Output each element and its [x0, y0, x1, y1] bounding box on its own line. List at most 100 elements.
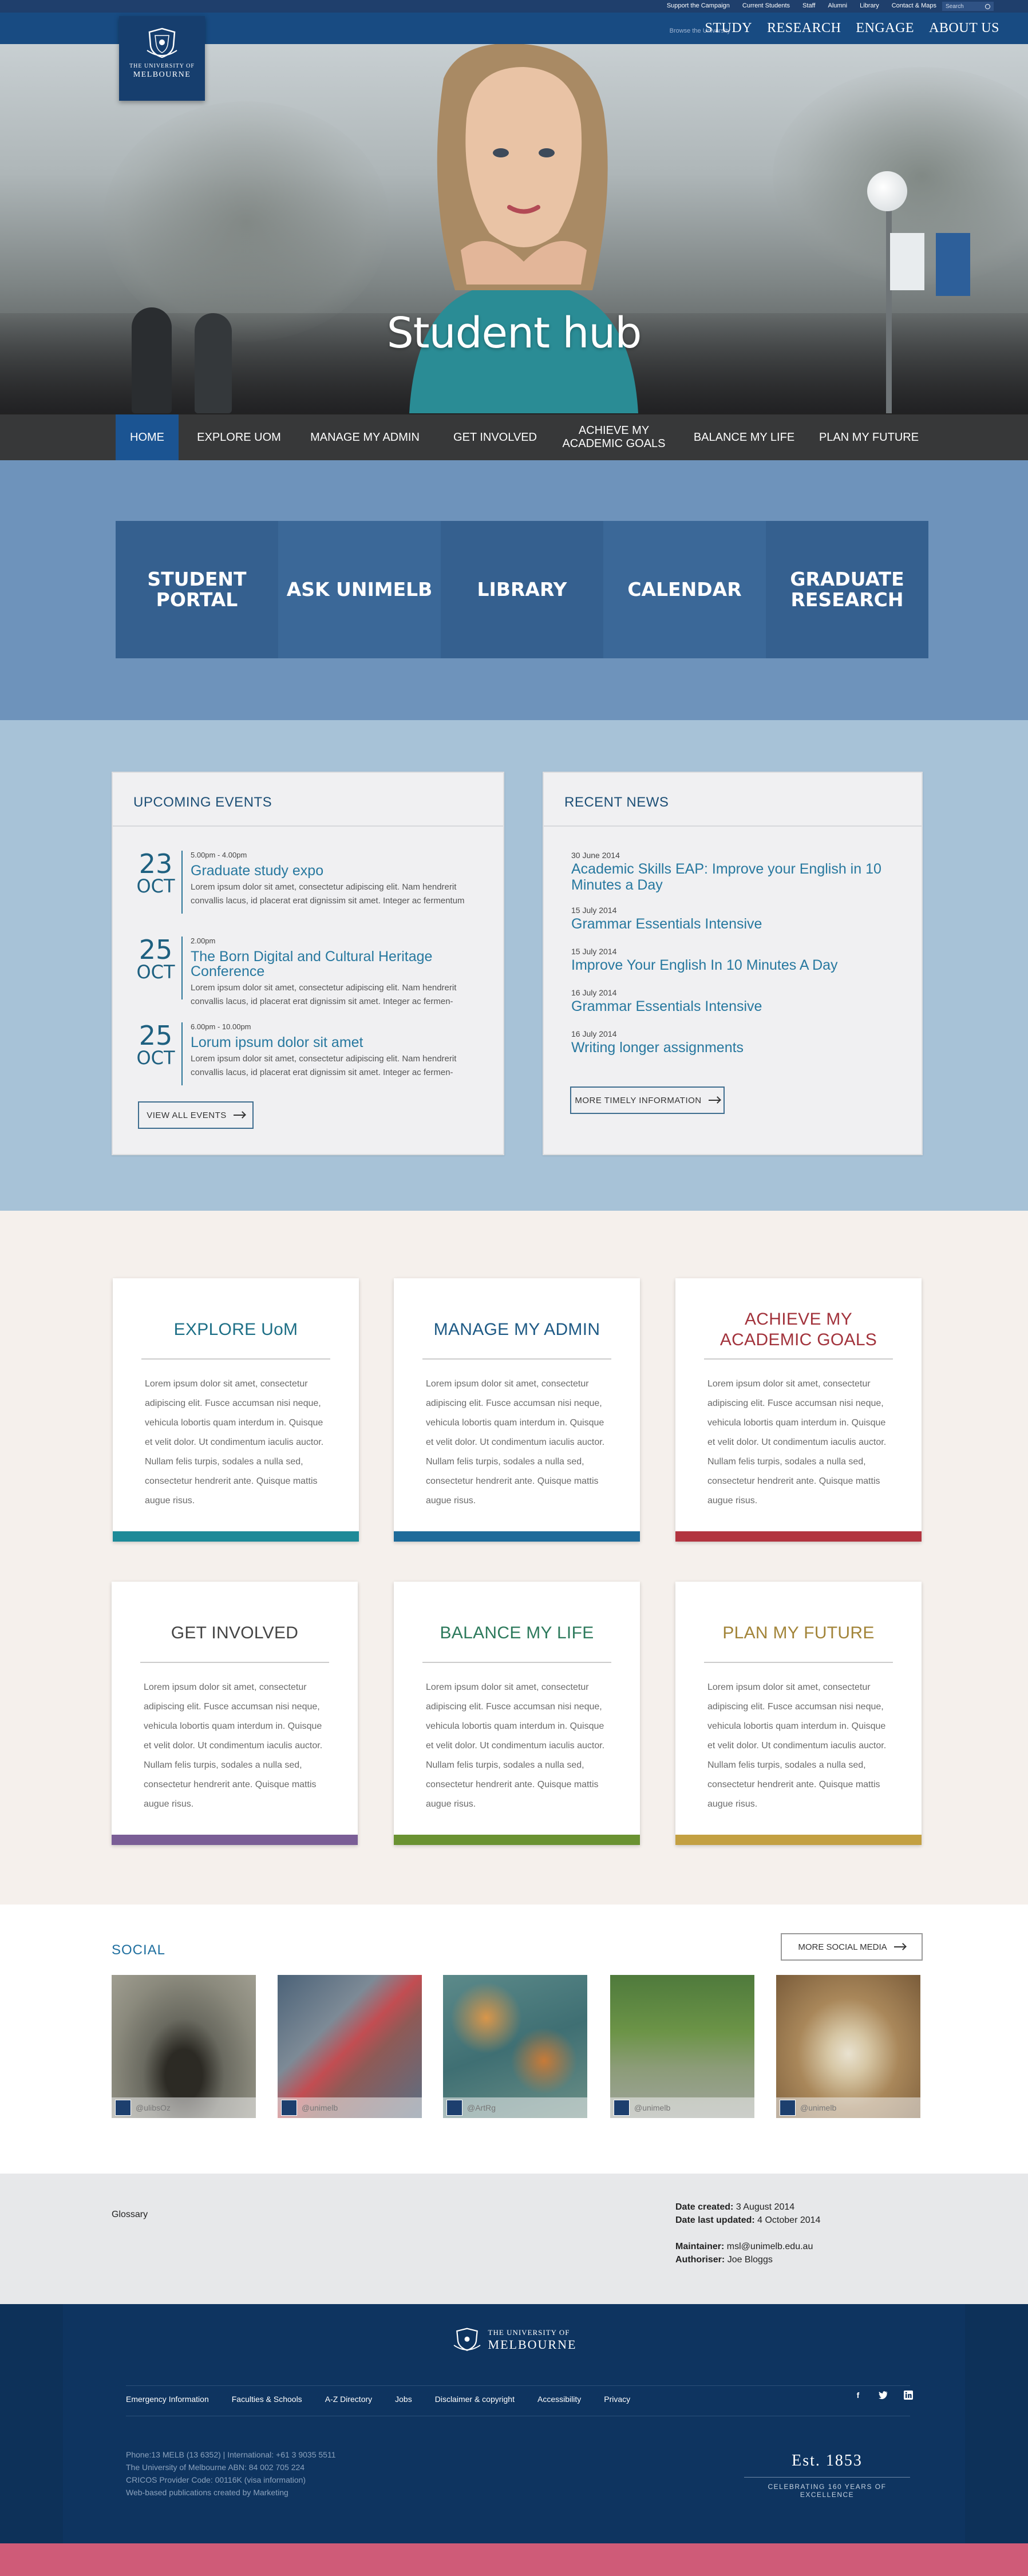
avatar [281, 2100, 297, 2116]
footer-divider [126, 2385, 910, 2386]
news-title[interactable]: Grammar Essentials Intensive [571, 998, 915, 1014]
main-nav: STUDY RESEARCH ENGAGE ABOUT US [705, 21, 999, 36]
university-logo[interactable]: THE UNIVERSITY OF MELBOURNE [119, 16, 205, 101]
footer-link-az-directory[interactable]: A-Z Directory [325, 2395, 372, 2404]
social-post[interactable]: @unimelb [610, 1975, 754, 2118]
footer-cricos[interactable]: CRICOS Provider Code: 00116K (visa infor… [126, 2474, 335, 2486]
tile-calendar[interactable]: CALENDAR [603, 521, 766, 658]
social-post[interactable]: @unimelb [776, 1975, 920, 2118]
bottom-accent-strip [0, 2543, 1028, 2576]
tile-ask-unimelb[interactable]: ASK UNIMELB [278, 521, 441, 658]
nav-engage[interactable]: ENGAGE [856, 21, 914, 36]
search-icon[interactable] [985, 3, 990, 9]
card-body: Lorem ipsum dolor sit amet, consectetur … [144, 1682, 323, 1809]
more-news-button[interactable]: MORE TIMELY INFORMATION [570, 1086, 725, 1114]
news-title[interactable]: Academic Skills EAP: Improve your Englis… [571, 861, 915, 893]
social-caption: @ulibsOz [112, 2097, 256, 2118]
social-post[interactable]: @ArtRg [443, 1975, 587, 2118]
social-caption: @ArtRg [443, 2097, 587, 2118]
crest-icon [453, 2328, 481, 2351]
hero-title: Student hub [386, 309, 642, 358]
section-nav-explore[interactable]: EXPLORE UOM [183, 414, 295, 460]
footer-link-jobs[interactable]: Jobs [395, 2395, 412, 2404]
footer-link-emergency[interactable]: Emergency Information [126, 2395, 209, 2404]
section-nav-balance-life[interactable]: BALANCE MY LIFE [684, 414, 804, 460]
card-explore[interactable]: EXPLORE UoM Lorem ipsum dolor sit amet, … [113, 1278, 359, 1542]
news-title[interactable]: Writing longer assignments [571, 1040, 915, 1056]
news-title[interactable]: Improve Your English In 10 Minutes A Day [571, 957, 915, 973]
card-balance-life[interactable]: BALANCE MY LIFE Lorem ipsum dolor sit am… [394, 1582, 640, 1845]
footer-link-accessibility[interactable]: Accessibility [537, 2395, 581, 2404]
card-get-involved[interactable]: GET INVOLVED Lorem ipsum dolor sit amet,… [112, 1582, 358, 1845]
utility-link-staff[interactable]: Staff [802, 2, 815, 9]
tile-student-portal[interactable]: STUDENT PORTAL [116, 521, 278, 658]
section-nav-plan-future[interactable]: PLAN MY FUTURE [812, 414, 926, 460]
card-body: Lorem ipsum dolor sit amet, consectetur … [707, 1379, 887, 1506]
card-plan-future[interactable]: PLAN MY FUTURE Lorem ipsum dolor sit ame… [675, 1582, 922, 1845]
footer-phone: Phone:13 MELB (13 6352) | International:… [126, 2450, 336, 2459]
event-title[interactable]: The Born Digital and Cultural Heritage C… [191, 949, 488, 979]
card-manage-admin[interactable]: MANAGE MY ADMIN Lorem ipsum dolor sit am… [394, 1278, 640, 1542]
card-academic-goals[interactable]: ACHIEVE MY ACADEMIC GOALS Lorem ipsum do… [675, 1278, 922, 1542]
card-color-bar [394, 1835, 640, 1845]
crest-icon [147, 27, 177, 58]
card-body: Lorem ipsum dolor sit amet, consectetur … [145, 1379, 324, 1506]
twitter-icon[interactable] [878, 2390, 888, 2400]
event-day: 23 [139, 848, 173, 879]
hero-tree-left [103, 101, 389, 342]
footer-link-privacy[interactable]: Privacy [604, 2395, 630, 2404]
card-divider [140, 1662, 329, 1663]
search-input[interactable]: Search [942, 2, 994, 11]
glossary-link[interactable]: Glossary [112, 2210, 148, 2220]
footer-contact: Phone:13 MELB (13 6352) | International:… [126, 2448, 335, 2501]
event-date: 25 OCT [136, 1022, 176, 1067]
more-social-media-button[interactable]: MORE SOCIAL MEDIA [781, 1933, 923, 1961]
section-nav-academic-goals[interactable]: ACHIEVE MY ACADEMIC GOALS [561, 414, 667, 460]
event-divider [181, 851, 183, 914]
maintainer-email[interactable]: msl@unimelb.edu.au [727, 2242, 813, 2251]
nav-research[interactable]: RESEARCH [767, 21, 841, 36]
utility-link-contact[interactable]: Contact & Maps [892, 2, 936, 9]
social-handle: @unimelb [302, 2103, 338, 2112]
arrow-right-icon [233, 1115, 245, 1116]
avatar [780, 2100, 796, 2116]
tile-graduate-research[interactable]: GRADUATE RESEARCH [766, 521, 928, 658]
social-post[interactable]: @ulibsOz [112, 1975, 256, 2118]
section-nav-get-involved[interactable]: GET INVOLVED [441, 414, 549, 460]
established-divider [744, 2477, 910, 2478]
date-created: 3 August 2014 [736, 2202, 795, 2212]
footer-link-disclaimer[interactable]: Disclaimer & copyright [435, 2395, 515, 2404]
view-all-events-button[interactable]: VIEW ALL EVENTS [138, 1101, 254, 1129]
footer-logo[interactable]: THE UNIVERSITY OF MELBOURNE [0, 2327, 1028, 2353]
utility-link-alumni[interactable]: Alumni [828, 2, 847, 9]
tile-library[interactable]: LIBRARY [441, 521, 603, 658]
event-title[interactable]: Graduate study expo [191, 863, 488, 878]
news-date: 30 June 2014 [571, 851, 620, 860]
footer-link-faculties[interactable]: Faculties & Schools [232, 2395, 302, 2404]
utility-link-campaign[interactable]: Support the Campaign [667, 2, 730, 9]
section-nav: HOME EXPLORE UOM MANAGE MY ADMIN GET INV… [0, 413, 1028, 460]
event-item: 23 OCT 5.00pm - 4.00pm Graduate study ex… [136, 851, 491, 925]
section-nav-home[interactable]: HOME [116, 414, 179, 460]
nav-about-us[interactable]: ABOUT US [929, 21, 999, 36]
hero-sign [890, 233, 924, 290]
card-divider [141, 1358, 330, 1360]
social-section: SOCIAL MORE SOCIAL MEDIA @ulibsOz @unime… [0, 1905, 1028, 2174]
nav-study[interactable]: STUDY [705, 21, 753, 36]
event-divider [181, 937, 183, 999]
event-date: 23 OCT [136, 851, 176, 895]
event-title[interactable]: Lorum ipsum dolor sit amet [191, 1035, 488, 1050]
news-date: 16 July 2014 [571, 988, 617, 997]
facebook-icon[interactable]: f [853, 2390, 863, 2400]
news-title[interactable]: Grammar Essentials Intensive [571, 916, 915, 932]
utility-bar: Support the Campaign Current Students St… [0, 0, 1028, 13]
section-nav-manage-admin[interactable]: MANAGE MY ADMIN [303, 414, 426, 460]
news-date: 16 July 2014 [571, 1029, 617, 1038]
linkedin-icon[interactable] [903, 2390, 914, 2400]
social-post[interactable]: @unimelb [278, 1975, 422, 2118]
card-body: Lorem ipsum dolor sit amet, consectetur … [707, 1682, 887, 1809]
utility-link-library[interactable]: Library [860, 2, 879, 9]
utility-link-current-students[interactable]: Current Students [742, 2, 790, 9]
arrow-right-icon [708, 1100, 720, 1101]
news-date: 15 July 2014 [571, 906, 617, 915]
